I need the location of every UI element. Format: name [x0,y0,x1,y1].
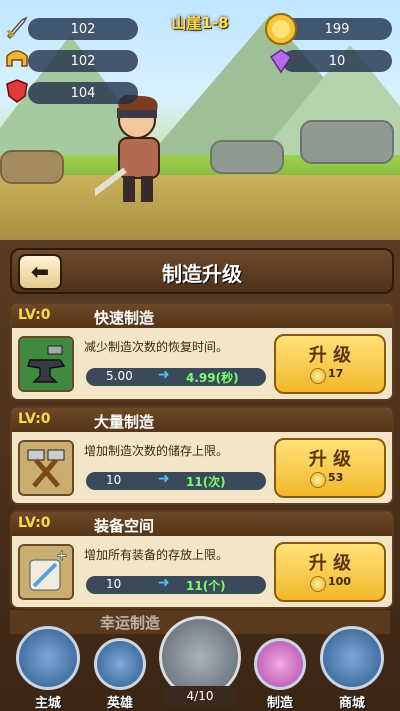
next-value: 11(次) [186,475,226,489]
nav-main-city[interactable]: 主城 [14,626,82,711]
hammers-icon [18,440,74,496]
anvil-icon [18,336,74,392]
upgrade-button[interactable]: 升 级 17 [274,334,386,394]
upgrade-cost: 53 [328,471,344,484]
coin-icon [310,368,326,384]
rock [210,140,284,174]
arrow-right-icon: ➜ [158,575,170,591]
card-header: LV:0 大量制造 [12,408,392,432]
attack-value: 102 [70,21,96,37]
upgrade-cost: 100 [328,575,351,588]
value-comparison: 5.00 ➜ 4.99(秒) [86,367,266,386]
gem-counter: 10 [282,50,392,72]
gold-value: 199 [324,21,350,37]
coin-icon [310,576,326,592]
next-value: 4.99(秒) [186,371,239,385]
hero-power-stat-bar: 102 [28,50,138,72]
shield-icon [6,79,28,103]
upgrade-description: 增加制造次数的储存上限。 [84,444,229,458]
upgrade-button[interactable]: 升 级 53 [274,438,386,498]
nav-label: 英雄 [106,696,133,711]
card-header: LV:0 装备空间 [12,512,392,536]
castle-icon [16,626,80,690]
next-value: 11(个) [186,579,226,593]
nav-heroes[interactable]: 英雄 [90,638,150,711]
potion-icon [254,638,306,690]
ground [0,175,400,250]
upgrade-cost: 17 [328,367,344,380]
current-value: 5.00 [106,369,133,383]
hero-power-value: 102 [70,53,96,69]
upgrade-card-mass-crafting: LV:0 大量制造 增加制造次数的储存上限。 10 ➜ 11(次) 升 级 53 [10,406,394,505]
gold-counter: 199 [282,18,392,40]
card-header: LV:0 快速制造 [12,304,392,328]
gem-value: 10 [328,53,346,69]
level-label: LV:0 [18,411,51,427]
panel-title: 制造升级 [162,262,242,286]
arrow-right-icon: ➜ [158,471,170,487]
nav-label: 主城 [34,696,61,711]
level-label: LV:0 [18,307,51,323]
upgrade-description: 增加所有装备的存放上限。 [84,548,229,562]
upgrade-button-label: 升 级 [308,345,352,366]
attack-stat-bar: 102 [28,18,138,40]
current-value: 10 [106,473,122,487]
current-value: 10 [106,577,122,591]
value-comparison: 10 ➜ 11(次) [86,471,266,490]
value-comparison: 10 ➜ 11(个) [86,575,266,594]
upgrade-description: 减少制造次数的恢复时间。 [84,340,229,354]
scroll-plus-icon: + [18,544,74,600]
log [0,150,64,184]
rock [300,120,394,164]
level-label: LV:0 [18,515,51,531]
purple-gem-icon [269,49,293,74]
nav-label: 制造 [266,696,293,711]
nav-label: 商城 [338,696,365,711]
upgrade-title: 快速制造 [94,309,155,327]
upgrade-title: 装备空间 [94,517,155,535]
treasure-chest-icon [320,626,384,690]
defense-stat-bar: 104 [28,82,138,104]
upgrade-button[interactable]: 升 级 100 [274,542,386,602]
bottom-navigation: 主城 英雄 4/10 制造 商城 [0,616,400,711]
level-title: 山崖1-8 [171,14,229,32]
gold-coin-icon [265,13,297,45]
nav-shop[interactable]: 商城 [318,626,386,711]
upgrade-card-fast-crafting: LV:0 快速制造 减少制造次数的恢复时间。 5.00 ➜ 4.99(秒) 升 … [10,302,394,401]
panel-header: ⬅ 制造升级 [10,248,394,294]
nav-crafting[interactable]: 制造 [250,638,310,711]
coin-icon [310,472,326,488]
svg-text:+: + [56,548,68,564]
defense-value: 104 [70,85,96,101]
upgrade-button-label: 升 级 [308,553,352,574]
upgrade-title: 大量制造 [94,413,155,431]
upgrade-card-equipment-space: LV:0 装备空间 + 增加所有装备的存放上限。 10 ➜ 11(个) 升 级 … [10,510,394,609]
hero-character [95,94,160,202]
battle-scene: 102 102 104 山崖1-8 199 10 [0,0,400,250]
arrow-right-icon: ➜ [158,367,170,383]
helmet-icon [6,50,28,67]
nav-forge[interactable]: 4/10 [158,616,242,706]
upgrade-button-label: 升 级 [308,449,352,470]
page-indicator: 4/10 [165,686,235,706]
sword-icon [6,16,28,40]
hero-helmet-icon [94,638,146,690]
